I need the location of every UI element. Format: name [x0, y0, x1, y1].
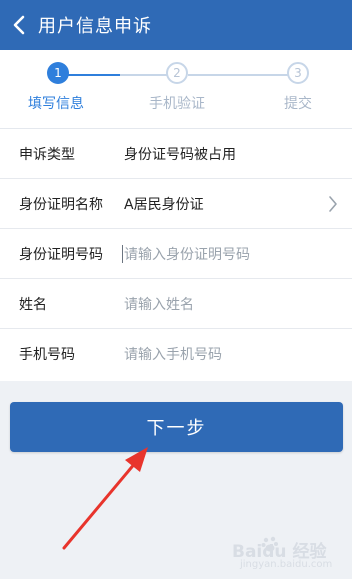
app-header: 用户信息申诉 — [0, 0, 352, 50]
text-cursor — [122, 245, 123, 263]
appeal-type-row[interactable]: 申诉类型 身份证号码被占用 — [0, 129, 352, 179]
phone-row: 手机号码 请输入手机号码 — [0, 329, 352, 379]
appeal-type-label: 申诉类型 — [19, 146, 75, 163]
step-line-1 — [120, 74, 168, 76]
id-number-row: 身份证明号码 请输入身份证明号码 — [0, 229, 352, 279]
step-3-circle: 3 — [287, 62, 309, 84]
watermark-url: jingyan.baidu.com — [240, 559, 333, 570]
id-type-row[interactable]: 身份证明名称 A居民身份证 — [0, 179, 352, 229]
step-1-circle: 1 — [47, 62, 69, 84]
step-2-circle: 2 — [166, 62, 188, 84]
chevron-right-icon — [329, 196, 337, 212]
chevron-left-icon — [13, 15, 25, 35]
back-button[interactable] — [0, 0, 38, 50]
step-2-label: 手机验证 — [149, 96, 205, 112]
id-type-value: A居民身份证 — [124, 196, 204, 213]
phone-input[interactable]: 请输入手机号码 — [124, 344, 222, 364]
phone-label: 手机号码 — [19, 347, 75, 363]
step-line-2 — [188, 74, 288, 76]
name-label: 姓名 — [19, 296, 47, 313]
step-1-label: 填写信息 — [28, 96, 84, 112]
appeal-form: 申诉类型 身份证号码被占用 身份证明名称 A居民身份证 身份证明号码 请输入身份… — [0, 128, 352, 381]
step-3-label: 提交 — [284, 96, 312, 112]
name-input[interactable]: 请输入姓名 — [124, 294, 194, 314]
id-number-label: 身份证明号码 — [19, 246, 103, 263]
id-number-input[interactable]: 请输入身份证明号码 — [124, 244, 250, 264]
next-step-button[interactable]: 下一步 — [10, 402, 343, 452]
name-row: 姓名 请输入姓名 — [0, 279, 352, 329]
page-title: 用户信息申诉 — [38, 16, 152, 37]
step-line-active — [68, 74, 120, 76]
id-type-label: 身份证明名称 — [19, 196, 103, 213]
appeal-type-value: 身份证号码被占用 — [124, 146, 236, 163]
